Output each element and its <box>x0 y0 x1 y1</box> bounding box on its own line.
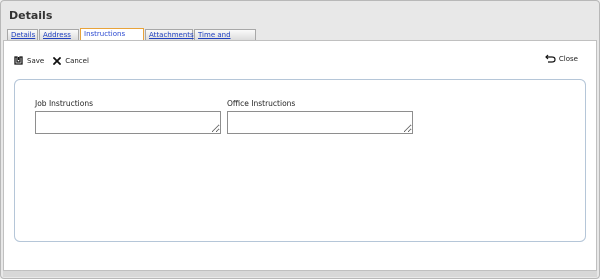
cancel-label: Cancel <box>65 56 89 65</box>
details-window: Details Details Address Instructions Att… <box>0 0 600 279</box>
cancel-button[interactable]: Cancel <box>53 57 89 65</box>
tab-attachments[interactable]: Attachments <box>145 29 194 40</box>
footer-strip <box>3 271 597 277</box>
tab-details[interactable]: Details <box>7 29 38 40</box>
office-instructions-group: Office Instructions <box>227 99 413 138</box>
cancel-x-icon <box>53 56 62 65</box>
close-button[interactable]: Close <box>545 54 578 63</box>
tab-instructions[interactable]: Instructions <box>80 28 144 40</box>
instructions-panel: Save Cancel Close Job Instructions Offic… <box>3 40 597 271</box>
job-instructions-group: Job Instructions <box>35 99 221 138</box>
save-icon <box>14 56 23 65</box>
save-label: Save <box>27 56 45 65</box>
tab-bar: Details Address Instructions Attachments… <box>7 28 257 50</box>
tab-time-and-expense[interactable]: Time and Expense <box>194 29 256 50</box>
toolbar: Save Cancel <box>14 56 98 65</box>
tab-address[interactable]: Address <box>39 29 79 40</box>
job-instructions-label: Job Instructions <box>35 99 93 108</box>
office-instructions-label: Office Instructions <box>227 99 296 108</box>
office-instructions-field[interactable] <box>227 111 413 134</box>
save-button[interactable]: Save <box>14 56 44 65</box>
window-title: Details <box>9 9 53 22</box>
job-instructions-field[interactable] <box>35 111 221 134</box>
instructions-form: Job Instructions Office Instructions <box>14 79 586 242</box>
close-label: Close <box>558 54 578 63</box>
undo-arrow-icon <box>545 54 556 63</box>
